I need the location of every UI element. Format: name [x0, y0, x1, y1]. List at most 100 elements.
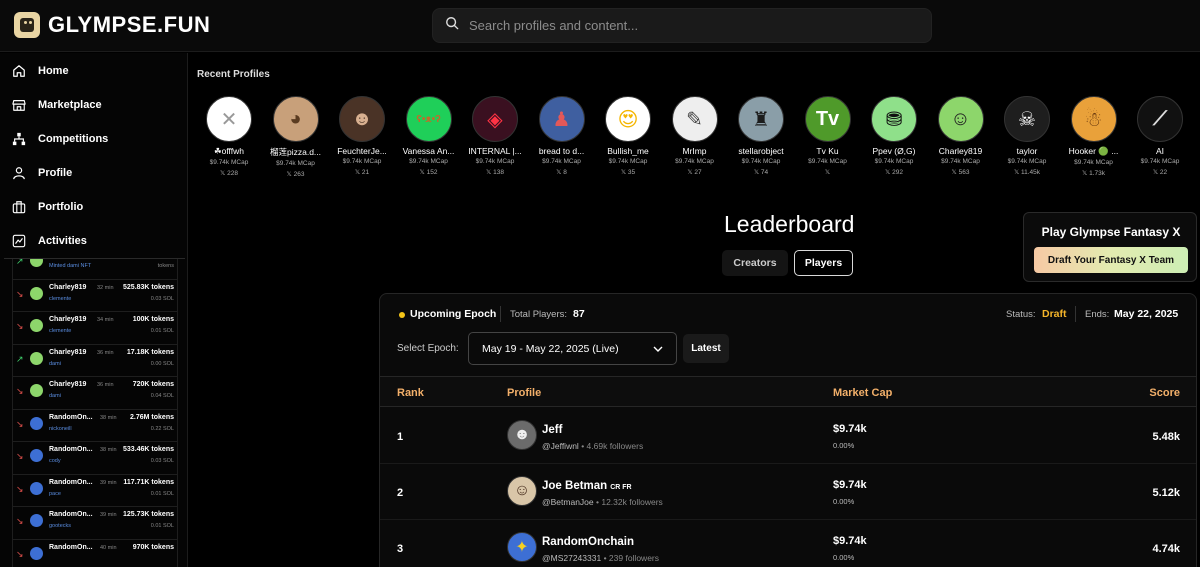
avatar[interactable]: ☃: [1070, 96, 1117, 142]
avatar[interactable]: ◕: [272, 96, 319, 142]
profile-card[interactable]: ✕ ☘offfwh $9.74k MCap 𝕏 228: [196, 96, 262, 177]
profile-followers: 𝕏 27: [662, 168, 728, 176]
activity-item[interactable]: ↘ RandomOn... 40 min 970K tokens: [12, 539, 178, 567]
sidebar-item-competitions[interactable]: Competitions: [0, 122, 187, 156]
profile-name: Tv Ku: [816, 146, 839, 156]
activity-tokens: 525.83K tokens: [123, 283, 174, 291]
user-icon: [12, 166, 26, 180]
avatar[interactable]: ☻: [507, 420, 537, 450]
activity-item[interactable]: ↗ Charley819 36 min dami 17.18K tokens 0.00 S…: [12, 344, 178, 377]
activity-item[interactable]: ↘ RandomOn... 39 min gootecks 125.73K tokens…: [12, 507, 178, 540]
activity-sol: 0.22 SOL: [150, 425, 174, 432]
sidebar-item-home[interactable]: Home: [0, 54, 187, 88]
activity-target: cody: [49, 458, 61, 464]
profile-card[interactable]: ♟ bread to d... $9.74k MCap 𝕏 8: [529, 96, 595, 176]
profile-followers: 𝕏 35: [595, 168, 661, 176]
activity-tokens: 533.46K tokens: [123, 446, 174, 453]
activity-feed[interactable]: ↗Charley819Minted dami NFT...tokens ↘ Char…: [4, 258, 185, 567]
search-input[interactable]: [469, 18, 909, 33]
market-cap-change: 0.00%: [833, 441, 855, 450]
profile-followers: 𝕏 228: [196, 169, 262, 177]
sidebar-item-label: Competitions: [38, 133, 109, 145]
table-row[interactable]: 3 ✦ RandomOnchain @MS27243331 • 239 followe…: [380, 520, 1196, 567]
activity-item[interactable]: ↘ Charley819 32 min clemente 525.83K tokens 0…: [12, 279, 178, 312]
player-name-text: RandomOnchain: [542, 536, 635, 548]
activity-item[interactable]: ↘ RandomOn... 38 min cody 533.46K tokens 0.03…: [12, 442, 178, 475]
profile-card[interactable]: ✎ MrImp $9.74k MCap 𝕏 27: [662, 96, 728, 176]
avatar-glyph: ✕: [220, 108, 238, 131]
activity-time: 39 min: [100, 512, 117, 518]
profile-card[interactable]: ʕ•ᴥ•ʔ Vanessa An... $9.74k MCap 𝕏 152: [396, 96, 462, 176]
avatar[interactable]: ♟: [538, 96, 585, 142]
activity-item[interactable]: ↗Charley819Minted dami NFT...tokens: [12, 259, 178, 280]
avatar[interactable]: ⟋: [1137, 96, 1183, 142]
profile-name: FeuchterJe...: [337, 146, 387, 156]
profile-card[interactable]: ♜ stellarobject $9.74k MCap 𝕏 74: [728, 96, 794, 176]
avatar: [30, 546, 43, 560]
profile-card[interactable]: Tv Tv Ku $9.74k MCap 𝕏: [795, 96, 861, 176]
avatar[interactable]: ☠: [1004, 96, 1050, 142]
profile-mcap: $9.74k MCap: [209, 159, 249, 166]
profile-card[interactable]: ☺ Charley819 $9.74k MCap 𝕏 563: [928, 96, 994, 176]
activity-time: 36 min: [97, 349, 114, 356]
avatar: [30, 319, 43, 332]
draft-team-button[interactable]: Draft Your Fantasy X Team: [1034, 247, 1188, 273]
tab-creators[interactable]: Creators: [722, 250, 788, 276]
market-cap-cell: $9.74k: [833, 535, 867, 547]
player-name[interactable]: RandomOnchain: [542, 536, 637, 548]
avatar[interactable]: Tv: [804, 96, 851, 142]
epoch-select[interactable]: May 19 - May 22, 2025 (Live): [468, 332, 677, 365]
profile-card[interactable]: ◈ INTERNAL |... $9.74k MCap 𝕏 138: [462, 96, 528, 176]
player-handle: @BetmanJoe • 12.32k followers: [542, 497, 663, 507]
profile-card[interactable]: ⟋ AI $9.74k MCap 𝕏 22: [1127, 96, 1193, 176]
status-value: Draft: [1042, 308, 1067, 320]
profile-card[interactable]: ◕ 榴莲pizza.d... $9.74k MCap 𝕏 263: [263, 96, 329, 178]
avatar[interactable]: ♜: [738, 96, 784, 142]
player-handle-text: @MS27243331: [542, 553, 602, 563]
avatar-glyph: ☺: [513, 482, 531, 499]
player-name[interactable]: Joe Betman CR FR: [542, 480, 632, 492]
fantasy-card: Play Glympse Fantasy X Draft Your Fantas…: [1023, 212, 1197, 282]
activity-item[interactable]: ↘ RandomOn... 38 min nickoneill 2.76M tokens…: [12, 409, 178, 442]
search-bar[interactable]: [432, 8, 932, 43]
sidebar-item-marketplace[interactable]: Marketplace: [0, 88, 187, 122]
avatar[interactable]: ☺: [507, 476, 537, 506]
avatar[interactable]: ☻: [339, 96, 385, 142]
activity-item[interactable]: ↘ Charley819 34 min clemente 100K tokens 0.01…: [12, 312, 178, 345]
profile-card[interactable]: ☻ FeuchterJe... $9.74k MCap 𝕏 21: [329, 96, 395, 176]
activity-tokens: 17.18K tokens: [126, 348, 174, 356]
table-row[interactable]: 2 ☺ Joe Betman CR FR @BetmanJoe • 12.32k fol…: [380, 464, 1196, 520]
profile-card[interactable]: ☠ taylor $9.74k MCap 𝕏 11.45k: [994, 96, 1060, 176]
avatar[interactable]: ☺: [937, 96, 984, 142]
avatar-glyph: ☻: [513, 426, 531, 443]
avatar[interactable]: ✎: [671, 96, 718, 142]
player-name-text: Joe Betman: [542, 480, 608, 492]
latest-button[interactable]: Latest: [683, 334, 729, 363]
sidebar-item-activities[interactable]: Activities: [0, 224, 187, 258]
profile-follower-count: 152: [426, 169, 438, 176]
recent-profiles-title: Recent Profiles: [197, 69, 270, 80]
avatar[interactable]: ʕ•ᴥ•ʔ: [405, 96, 452, 142]
activity-item[interactable]: ↘ Charley819 36 min dami 720K tokens 0.04 SOL: [12, 377, 178, 410]
logo[interactable]: GLYMPSE.FUN: [14, 12, 210, 38]
sidebar-item-portfolio[interactable]: Portfolio: [0, 190, 187, 224]
activity-target: nickoneill: [49, 425, 72, 432]
activity-item[interactable]: ↘ RandomOn... 39 min pace 117.71K tokens 0.01…: [12, 474, 178, 507]
table-row[interactable]: 1 ☻ Jeff @Jeffiwnl • 4.69k followers $9.74k 0…: [380, 408, 1196, 464]
avatar[interactable]: ✕: [206, 96, 252, 142]
tab-players[interactable]: Players: [794, 250, 853, 276]
avatar[interactable]: ✦: [507, 532, 537, 562]
activity-tokens: 117.71K tokens: [123, 478, 174, 486]
avatar[interactable]: 😍: [605, 96, 651, 142]
avatar-glyph: ʕ•ᴥ•ʔ: [416, 113, 441, 125]
profile-follower-count: 292: [892, 169, 903, 176]
profile-card[interactable]: ⛃ Ppev (Ø,G) $9.74k MCap 𝕏 292: [861, 96, 927, 176]
player-name[interactable]: Jeff: [542, 424, 565, 436]
avatar[interactable]: ◈: [472, 96, 518, 142]
sidebar-item-profile[interactable]: Profile: [0, 156, 187, 190]
avatar[interactable]: ⛃: [871, 96, 917, 142]
profile-card[interactable]: 😍 Bullish_me $9.74k MCap 𝕏 35: [595, 96, 661, 176]
profile-name: 榴莲pizza.d...: [269, 147, 322, 157]
profile-card[interactable]: ☃ Hooker 🟢 ... $9.74k MCap 𝕏 1.73k: [1061, 96, 1127, 177]
activity-sol: 0.03 SOL: [150, 458, 174, 464]
